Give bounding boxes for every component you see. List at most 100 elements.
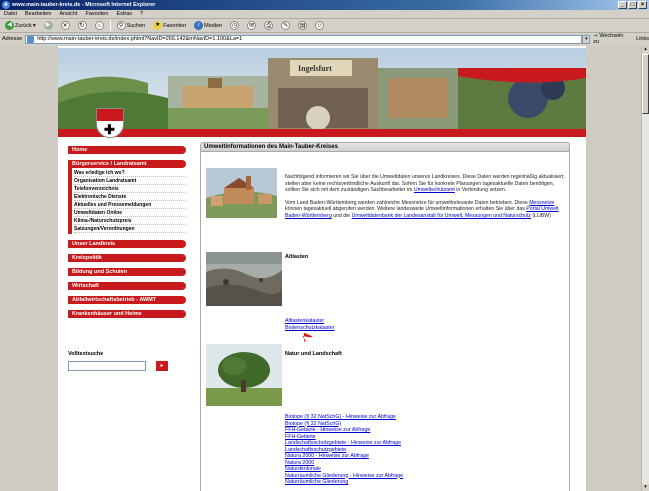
link-umweltschutzamt[interactable]: Umweltschutzamt [414,187,455,193]
history-button[interactable]: ◷ [228,20,241,32]
discuss-button[interactable]: ▤ [296,20,309,32]
link-messnetze[interactable]: Messnetze [529,200,554,206]
nav-bildung[interactable]: Bildung und Schulen [68,268,186,276]
subnav-item[interactable]: Satzungen/Verordnungen [74,225,186,233]
menu-favoriten[interactable]: Favoriten [86,10,109,18]
coat-of-arms-logo[interactable]: ✚ [96,108,124,138]
address-input[interactable]: http://www.main-tauber-kreis.de/index.ph… [25,34,583,44]
section-title-natur: Natur und Landschaft [285,351,342,357]
link-umweltdatenbank[interactable]: Umweltdatenbank der Landesanstalt für Um… [352,213,531,219]
intro-text: Nachfolgend informieren wir Sie über die… [285,174,565,226]
nav-landkreis[interactable]: Unser Landkreis [68,240,186,248]
mouse-pointer-arrow-icon [302,332,315,343]
mail-button[interactable]: ✉ [245,20,258,32]
banner-sign-text: Ingelsfurt [298,64,332,73]
media-label: Medien [204,22,223,29]
edit-icon: ✎ [281,21,291,30]
browser-viewport: Ingelsfurt ✚ Home Bürgerservice / Landra… [0,46,641,491]
menu-bearbeiten[interactable]: Bearbeiten [25,10,52,18]
menu-datei[interactable]: Datei [4,10,17,18]
intro-text-span: (LUBW) [530,212,551,219]
nav-wirtschaft[interactable]: Wirtschaft [68,282,186,290]
messenger-button[interactable]: ☺ [313,20,326,32]
close-button[interactable]: × [638,1,647,9]
scroll-down-icon[interactable]: ▾ [642,484,649,491]
messenger-icon: ☺ [315,21,325,30]
home-button[interactable]: ⌂ [93,20,106,32]
section-title-altlasten: Altlasten [285,254,309,260]
stop-icon: ✕ [60,21,70,30]
minimize-button[interactable]: _ [618,1,627,9]
natur-links: Biotope (§ 32 NatSchG) - Hinweise zur Ab… [285,414,403,486]
print-button[interactable]: ⎙ [262,20,275,32]
discuss-icon: ▤ [298,21,308,30]
altlasten-photo [206,252,282,306]
refresh-button[interactable]: ↻ [76,20,89,32]
intro-text-span: können tagesaktuell abgerufen werden. We… [285,206,527,213]
window-titlebar: e www.main-tauber-kreis.de - Microsoft I… [0,0,649,10]
chevron-down-icon: ▾ [32,22,36,29]
subnav-item[interactable]: Organisation Landratsamt [74,177,186,185]
links-button[interactable]: Links [636,36,649,42]
subnav-item[interactable]: Umweltdaten Online [74,209,186,217]
tree-photo [206,344,282,406]
mail-icon: ✉ [247,21,257,30]
subnav-buergerservice: Was erledige ich wo? Organisation Landra… [68,168,186,234]
banner-photo-collage: Ingelsfurt [58,48,586,136]
content-title: Umweltinformationen des Main-Tauber-Krei… [200,142,570,152]
address-dropdown-button[interactable]: ▾ [582,34,591,44]
go-label: Wechseln zu [593,33,624,45]
intro-text-span: und die [331,212,352,219]
subnav-item[interactable]: Was erledige ich wo? [74,169,186,177]
media-button[interactable]: ♪ Medien [192,20,224,32]
back-arrow-icon: ◀ [5,21,14,30]
link-natur-item[interactable]: Landschaftsschutzgebiete - Hinweise zur … [285,440,403,447]
forward-button[interactable]: ▶ [42,20,55,32]
back-button[interactable]: ◀ Zurück ▾ [3,20,38,32]
scrollbar-thumb[interactable] [642,54,649,114]
internet-explorer-icon: e [2,1,10,9]
sidebar-nav: Home Bürgerservice / Landratsamt Was erl… [68,146,190,324]
link-natur-item[interactable]: Biotope (§ 32 NatSchG) - Hinweise zur Ab… [285,414,403,421]
subnav-item[interactable]: Telefonverzeichnis [74,185,186,193]
go-button[interactable]: ➜ Wechseln zu [593,33,630,45]
search-label: Suchen [126,22,146,29]
page-icon [27,35,35,43]
forward-arrow-icon: ▶ [43,21,53,30]
menu-ansicht[interactable]: Ansicht [59,10,77,18]
subnav-item[interactable]: Aktuelles und Pressemeldungen [74,201,186,209]
address-url: http://www.main-tauber-kreis.de/index.ph… [37,35,243,42]
nav-krankenhaeuser[interactable]: Krankenhäuser und Heime [68,310,186,318]
home-icon: ⌂ [94,21,104,30]
scroll-up-icon[interactable]: ▴ [642,46,649,53]
nav-home[interactable]: Home [68,146,186,154]
search-button[interactable]: ⚲ Suchen [115,20,148,32]
cross-icon: ✚ [104,122,115,137]
intro-paragraph-1: Nachfolgend informieren wir Sie über die… [285,174,565,194]
stop-button[interactable]: ✕ [59,20,72,32]
town-photo [206,168,277,218]
link-natur-item[interactable]: Naturräumliche Gliederung [285,479,403,486]
media-icon: ♪ [194,21,204,30]
history-icon: ◷ [230,21,240,30]
edit-button[interactable]: ✎ [279,20,292,32]
toolbar-separator [109,20,111,31]
favorites-button[interactable]: ★ Favoriten [151,20,188,32]
menu-extras[interactable]: Extras [116,10,132,18]
favorites-label: Favoriten [163,22,187,29]
vertical-scrollbar[interactable]: ▴ ▾ [641,46,649,491]
intro-paragraph-2: Vom Land Baden-Württemberg werden zahlre… [285,200,565,220]
search-submit-button[interactable]: ▸ [156,361,168,371]
subnav-item[interactable]: Klima-/Naturschutzpreis [74,217,186,225]
search-input[interactable] [68,361,146,371]
nav-abfallwirtschaft[interactable]: Abfallwirtschaftsbetrieb - AWMT [68,296,186,304]
banner-red-bar [58,129,586,137]
subnav-item[interactable]: Elektronische Dienste [74,193,186,201]
nav-kreispolitik[interactable]: Kreispolitik [68,254,186,262]
site-banner: Ingelsfurt [58,48,586,136]
menu-help[interactable]: ? [140,10,143,18]
main-content: Umweltinformationen des Main-Tauber-Krei… [200,142,570,491]
nav-buergerservice[interactable]: Bürgerservice / Landratsamt [68,160,186,168]
back-label: Zurück [15,22,32,29]
maximize-button[interactable]: □ [628,1,637,9]
